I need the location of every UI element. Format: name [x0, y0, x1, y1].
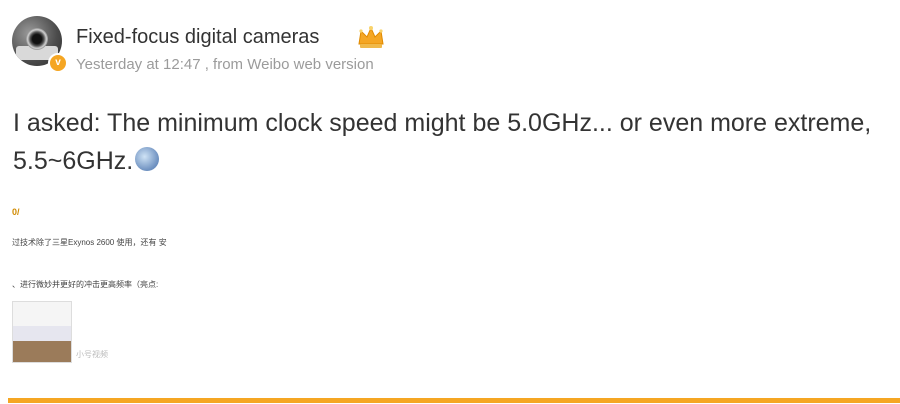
crown-icon: [358, 26, 384, 48]
embedded-image[interactable]: 0/ 过技术除了三星Exynos 2600 使用，还有 安 、进行微妙并更好的冲…: [12, 205, 212, 365]
post-text: I asked: The minimum clock speed might b…: [13, 104, 893, 180]
embed-line-2: 、进行微妙并更好的冲击更高频率（亮点:: [12, 280, 159, 289]
timestamp[interactable]: Yesterday at 12:47: [76, 56, 201, 73]
bottom-accent-bar: [8, 398, 900, 403]
verified-badge-icon: v: [48, 53, 68, 73]
embed-caption: 小号视频: [76, 350, 108, 359]
embed-tag: 0/: [12, 207, 20, 217]
username[interactable]: Fixed-focus digital cameras: [76, 26, 319, 49]
embed-line-1: 过技术除了三星Exynos 2600 使用，还有 安: [12, 238, 167, 247]
camera-lens-shape: [26, 28, 48, 50]
shocked-face-emoji: [135, 147, 160, 171]
source: , from Weibo web version: [204, 56, 374, 73]
post-meta: Yesterday at 12:47 , from Weibo web vers…: [76, 56, 374, 73]
embed-thumbnail[interactable]: [12, 301, 72, 363]
